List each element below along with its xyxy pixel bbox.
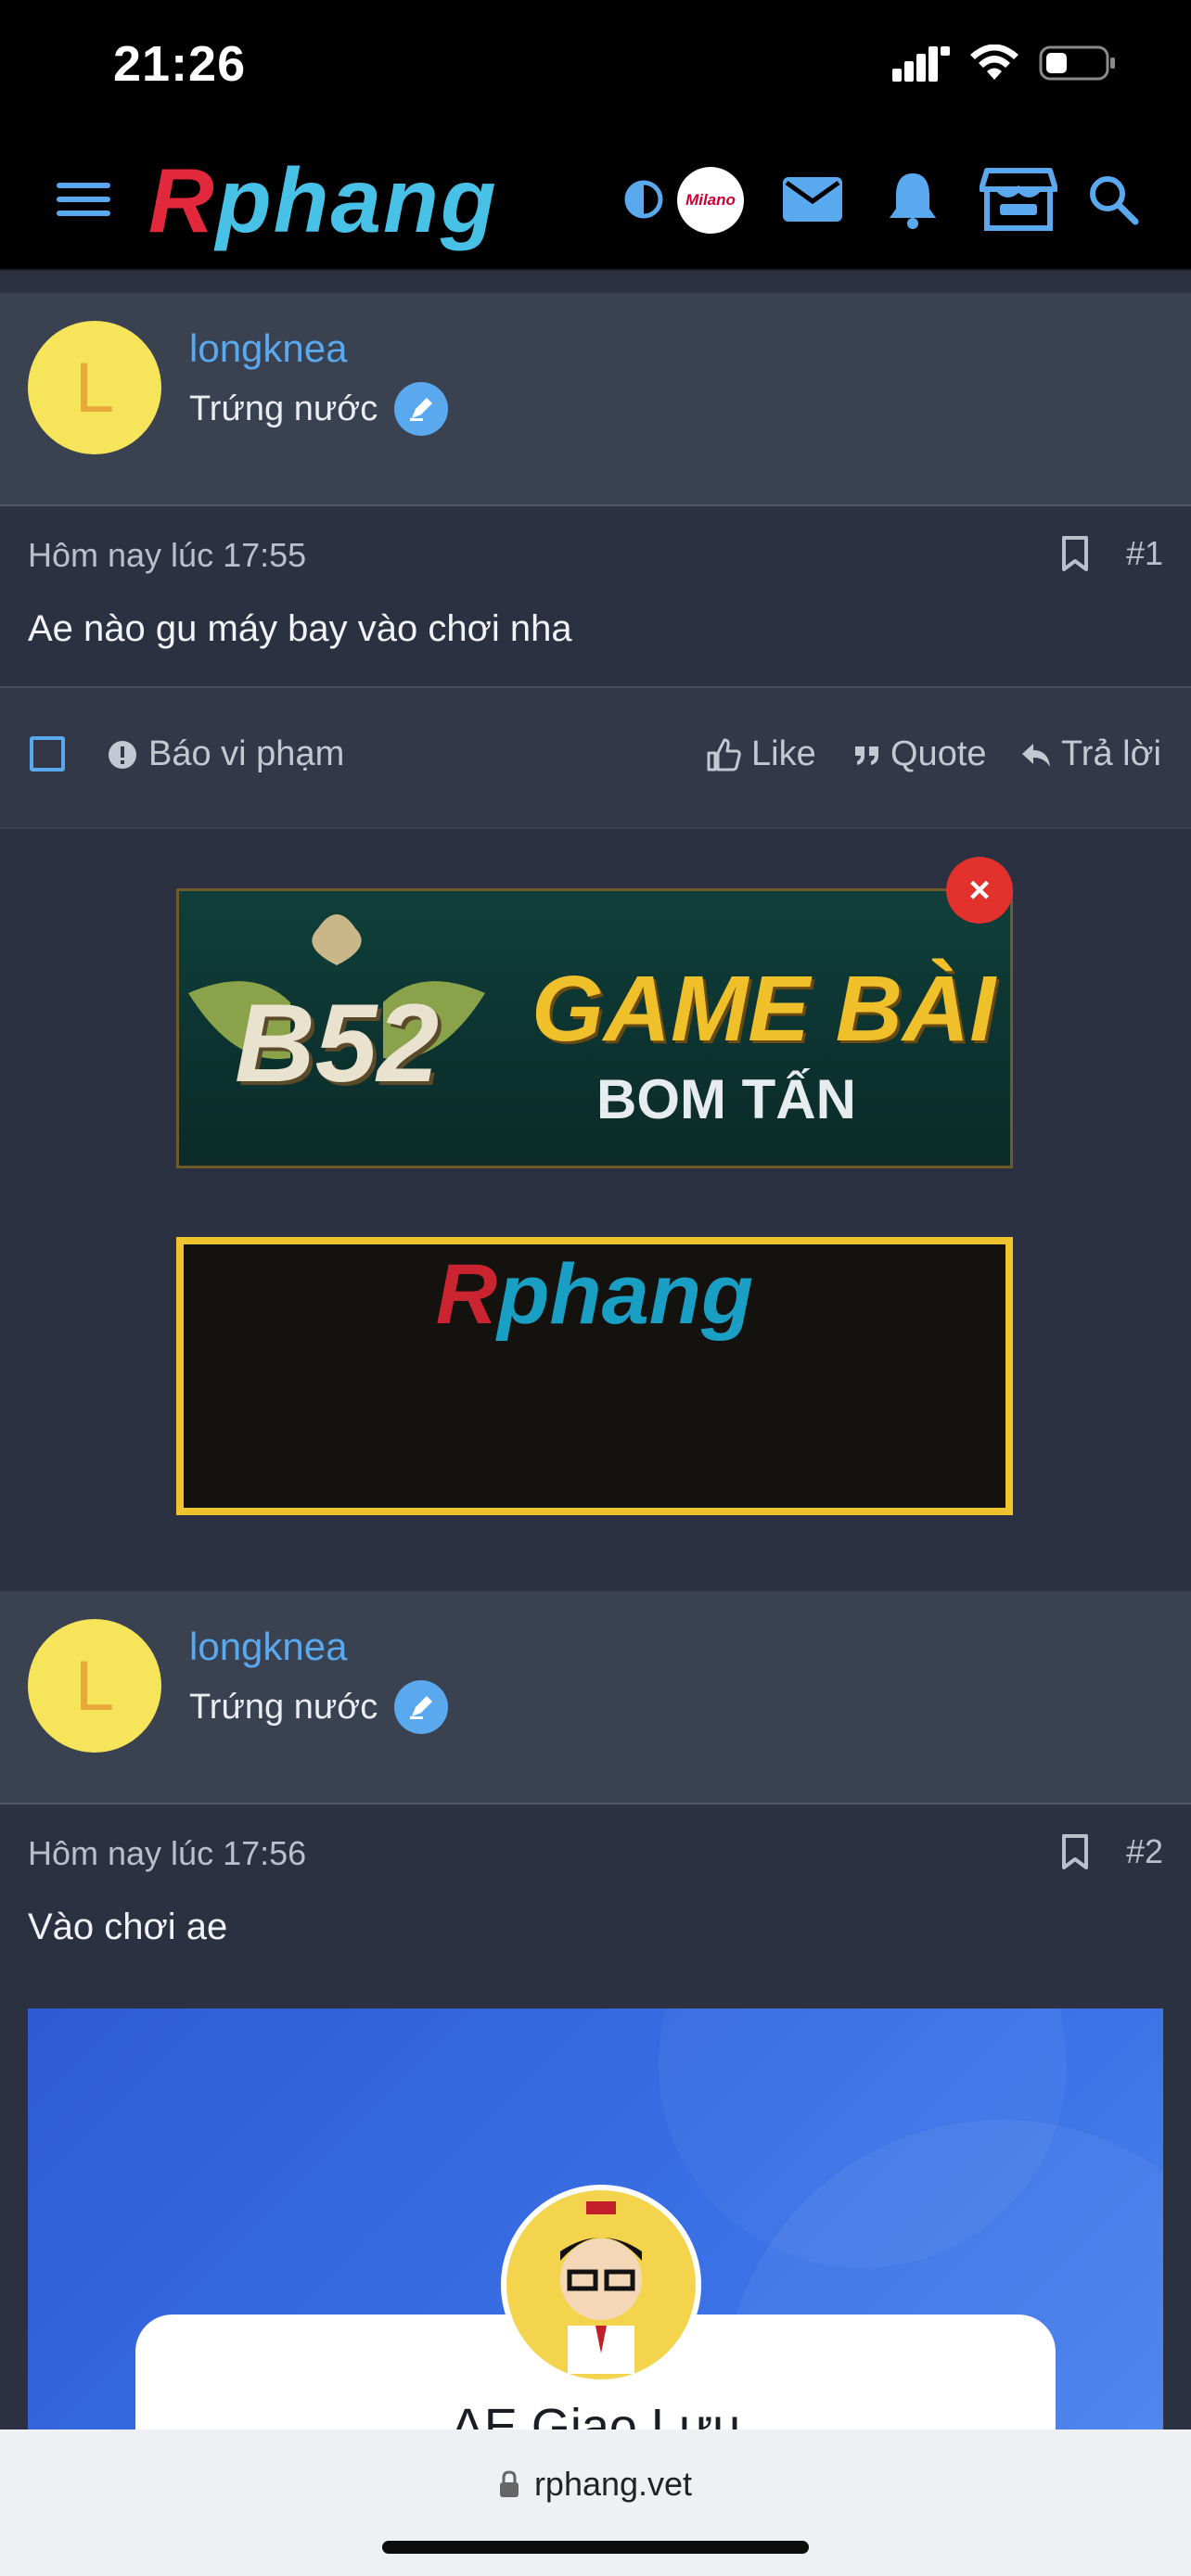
quote-button[interactable]: Quote — [853, 734, 987, 774]
reply-button[interactable]: Trả lời — [1020, 734, 1161, 774]
thumbs-up-icon — [707, 738, 741, 771]
post-timestamp[interactable]: Hôm nay lúc 17:56 — [28, 1834, 306, 1873]
bookmark-icon[interactable] — [1061, 535, 1089, 572]
status-bar: 21:26 — [0, 0, 1191, 130]
select-post-checkbox[interactable] — [30, 736, 65, 772]
like-label: Like — [751, 734, 816, 773]
url-display[interactable]: rphang.vet — [0, 2465, 1191, 2504]
search-icon — [1090, 176, 1139, 225]
b52-ad-banner[interactable]: B52 GAME BÀI BOM TẤN — [176, 888, 1013, 1168]
avatar[interactable]: L — [28, 1619, 161, 1753]
post-user-bar: L longknea Trứng nước — [0, 293, 1191, 506]
post-number-group: #1 — [1061, 534, 1163, 573]
reply-label: Trả lời — [1061, 734, 1161, 773]
rphang-ad-logo-rest: phang — [497, 1247, 754, 1342]
partner-logo[interactable]: Milano — [677, 167, 744, 234]
alerts-button[interactable] — [876, 130, 950, 269]
post-timestamp[interactable]: Hôm nay lúc 17:55 — [28, 536, 306, 575]
close-ad-button[interactable]: × — [946, 857, 1013, 924]
rphang-ad-logo-initial: R — [435, 1247, 498, 1342]
rphang-ad-logo: Rphang — [184, 1246, 1005, 1344]
member-badge-icon — [394, 382, 449, 436]
user-title-text: Trứng nước — [189, 1687, 378, 1727]
bookmark-icon[interactable] — [1061, 1833, 1089, 1870]
post-number[interactable]: #1 — [1126, 534, 1163, 573]
member-badge-icon — [394, 1680, 449, 1734]
contrast-icon — [624, 180, 663, 219]
site-header: Rphang Milano — [0, 130, 1191, 271]
group-avatar-illustration — [512, 2196, 690, 2374]
search-button[interactable] — [1078, 130, 1148, 269]
user-title: Trứng nước — [189, 1680, 449, 1734]
battery-icon — [1039, 45, 1115, 81]
user-title-text: Trứng nước — [189, 389, 378, 428]
username-link[interactable]: longknea — [189, 326, 347, 371]
lock-icon — [499, 2470, 519, 2497]
browser-url-bar[interactable]: rphang.vet — [0, 2429, 1191, 2576]
report-button[interactable]: Báo vi phạm — [108, 734, 344, 774]
status-time: 21:26 — [113, 36, 247, 92]
home-indicator[interactable] — [382, 2541, 809, 2554]
post-number[interactable]: #2 — [1126, 1832, 1163, 1871]
quote-icon — [855, 746, 878, 765]
post-body: Vào chơi ae — [28, 1906, 228, 1947]
b52-subline: BOM TẤN — [596, 1068, 856, 1130]
site-logo[interactable]: Rphang — [148, 148, 498, 253]
group-avatar — [501, 2185, 701, 2385]
post-actions-bar: Báo vi phạm Like Quote Trả lời — [0, 686, 1191, 829]
username-link[interactable]: longknea — [189, 1625, 347, 1669]
post-body: Ae nào gu máy bay vào chơi nha — [28, 608, 572, 649]
mail-icon — [783, 177, 842, 222]
b52-headline: GAME BÀI — [531, 957, 995, 1061]
theme-toggle-button[interactable] — [616, 130, 672, 269]
reply-icon — [1022, 743, 1050, 767]
user-title: Trứng nước — [189, 382, 449, 436]
logo-rest: phang — [215, 149, 498, 251]
wifi-icon — [970, 45, 1018, 80]
quote-label: Quote — [890, 734, 987, 773]
rphang-ad-banner[interactable]: Rphang — [176, 1237, 1013, 1515]
url-text: rphang.vet — [533, 2465, 693, 2503]
bell-icon — [890, 173, 936, 229]
like-button[interactable]: Like — [705, 734, 816, 774]
inbox-button[interactable] — [775, 130, 850, 269]
logo-initial: R — [148, 149, 216, 251]
avatar[interactable]: L — [28, 321, 161, 454]
store-button[interactable] — [974, 130, 1063, 269]
report-label: Báo vi phạm — [148, 734, 345, 773]
b52-logo-text: B52 — [235, 981, 440, 1105]
status-icons — [892, 45, 1117, 82]
post-number-group: #2 — [1061, 1832, 1163, 1871]
hamburger-icon — [57, 183, 110, 216]
post-user-bar: L longknea Trứng nước — [0, 1591, 1191, 1804]
store-icon — [980, 168, 1057, 231]
menu-button[interactable] — [37, 130, 130, 269]
warning-icon — [109, 740, 136, 769]
cellular-signal-icon — [892, 46, 950, 82]
